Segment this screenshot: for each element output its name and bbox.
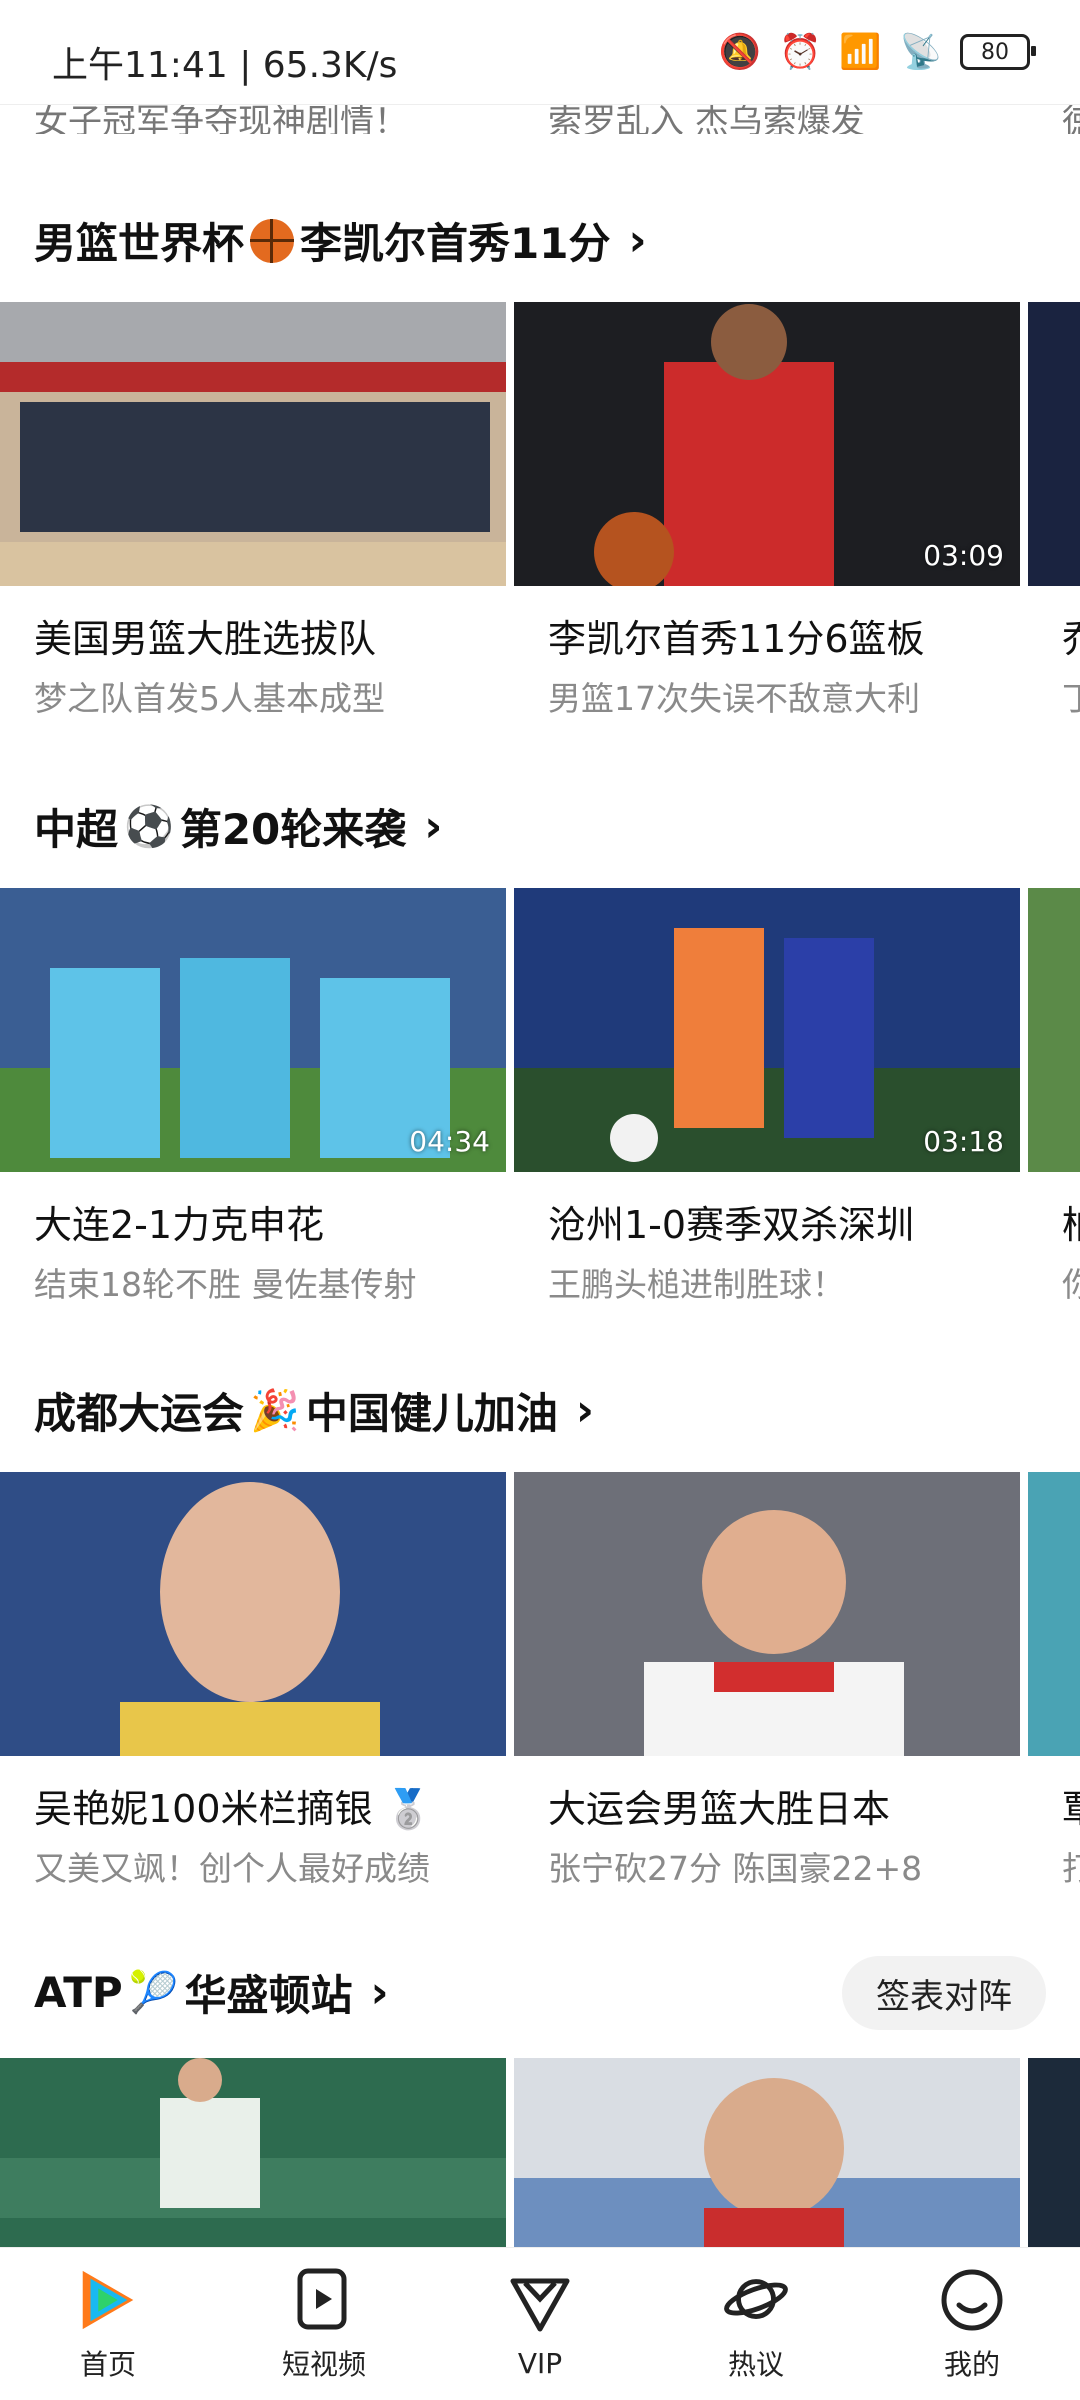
section-title[interactable]: 中超 ⚽ 第20轮来袭 › [34, 796, 442, 857]
video-subtitle: 张宁砍27分 陈国豪22+8 [548, 1849, 923, 1888]
chevron-right-icon: › [370, 1967, 389, 2018]
video-card[interactable]: 03:09 李凯尔首秀11分6篮板 男篮17次失误不敌意大利 [514, 302, 1020, 718]
video-thumbnail: 03:09 [514, 302, 1020, 586]
nav-label: 热议 [727, 2348, 784, 2381]
video-subtitle: 你 [1062, 1265, 1080, 1304]
video-thumbnail: 03:18 [514, 888, 1020, 1172]
video-card[interactable]: 大运会男篮大胜日本 张宁砍27分 陈国豪22+8 [514, 1472, 1020, 1888]
bottom-navigation: 首页 短视频 VIP 热议 我的 [0, 2247, 1080, 2400]
battery-level: 80 [981, 39, 1009, 65]
video-subtitle: 王鹏头槌进制胜球！ [548, 1265, 845, 1304]
video-subtitle: 又美又飒！创个人最好成绩 [34, 1849, 430, 1888]
nav-label: 首页 [79, 2348, 136, 2381]
video-thumbnail [0, 1472, 506, 1756]
video-title: 大运会男篮大胜日本 [548, 1787, 891, 1831]
video-card[interactable]: 美国男篮大胜选拔队 梦之队首发5人基本成型 [0, 302, 506, 718]
silver-medal-icon: 🥈 [384, 1787, 432, 1831]
nav-home[interactable]: 首页 [28, 2265, 188, 2383]
video-subtitle: 丁 [1062, 679, 1080, 718]
nav-profile[interactable]: 我的 [892, 2265, 1052, 2383]
chevron-right-icon: › [575, 1385, 594, 1436]
nav-label: VIP [517, 2346, 563, 2380]
section-title-suffix: 中国健儿加油 [305, 1389, 558, 1438]
chevron-right-icon: › [424, 801, 443, 852]
card-row: 04:34 大连2-1力克申花 结束18轮不胜 曼佐基传射 03:18 沧州1-… [0, 888, 1080, 1318]
section-title-suffix: 第20轮来袭 [179, 805, 407, 854]
alarm-icon: ⏰ [778, 32, 822, 72]
smile-profile-icon [937, 2265, 1007, 2335]
video-thumbnail [1028, 302, 1080, 586]
status-bar: 上午11:41 | 65.3K/s 🔕 ⏰ 📶 📡 80 [0, 0, 1080, 105]
video-title: 美国男篮大胜选拔队 [34, 617, 377, 661]
section-title[interactable]: 男篮世界杯 李凯尔首秀11分 › [34, 210, 647, 271]
video-subtitle: 梦之队首发5人基本成型 [34, 679, 385, 718]
tennis-icon: 🎾 [128, 1970, 179, 2016]
video-duration: 04:34 [409, 1125, 490, 1158]
video-title: 柏 [1062, 1194, 1080, 1249]
home-play-icon [73, 2265, 143, 2335]
nav-label: 短视频 [281, 2348, 366, 2381]
draw-bracket-button[interactable]: 签表对阵 [842, 1956, 1046, 2030]
section-title[interactable]: ATP 🎾 华盛顿站 › [34, 1962, 389, 2023]
video-card[interactable]: 03:18 沧州1-0赛季双杀深圳 王鹏头槌进制胜球！ [514, 888, 1020, 1304]
wifi-icon: 📡 [899, 32, 942, 72]
card-row: 美国男篮大胜选拔队 梦之队首发5人基本成型 03:09 李凯尔首秀11分6篮板 … [0, 302, 1080, 732]
section-title-suffix: 华盛顿站 [184, 1971, 353, 2020]
chevron-right-icon: › [628, 215, 647, 266]
video-title: 李凯尔首秀11分6篮板 [548, 617, 925, 661]
video-card[interactable]: 吴艳妮100米栏摘银 🥈 又美又飒！创个人最好成绩 [0, 1472, 506, 1888]
status-time: 上午11:41 | 65.3K/s [52, 45, 398, 86]
basketball-icon [250, 218, 295, 263]
athlete-portrait-image [514, 1472, 1020, 1756]
nav-short-video[interactable]: 短视频 [244, 2265, 404, 2383]
battery-icon: 80 [960, 34, 1036, 70]
video-title-text: 吴艳妮100米栏摘银 [34, 1787, 373, 1831]
soccer-ball-icon: ⚽ [124, 804, 174, 850]
section-title-text: 中超 [34, 805, 119, 854]
video-duration: 03:18 [923, 1125, 1004, 1158]
video-thumbnail [514, 1472, 1020, 1756]
status-icons: 🔕 ⏰ 📶 📡 80 [718, 32, 1036, 72]
party-popper-icon: 🎉 [250, 1388, 300, 1434]
video-subtitle: 男篮17次失误不敌意大利 [548, 679, 920, 718]
planet-chat-icon [721, 2265, 791, 2335]
video-thumbnail [1028, 888, 1080, 1172]
section-title-text: ATP [34, 1968, 123, 2017]
short-video-icon [289, 2265, 359, 2335]
video-card[interactable]: 04:34 大连2-1力克申花 结束18轮不胜 曼佐基传射 [0, 888, 506, 1304]
video-subtitle: 打 [1062, 1849, 1080, 1888]
nav-label: 我的 [943, 2348, 1000, 2381]
video-thumbnail [1028, 1472, 1080, 1756]
video-title: 乔 [1062, 608, 1080, 663]
section-title-suffix: 李凯尔首秀11分 [300, 219, 611, 268]
video-title: 大连2-1力克申花 [34, 1203, 325, 1247]
section-title-text: 男篮世界杯 [34, 219, 245, 268]
video-duration: 03:09 [923, 539, 1004, 572]
video-title: 覃 [1062, 1778, 1080, 1833]
signal-icon: 📶 [839, 32, 882, 72]
card-row: 吴艳妮100米栏摘银 🥈 又美又飒！创个人最好成绩 大运会男篮大胜日本 张宁砍2… [0, 1472, 1080, 1902]
video-title: 沧州1-0赛季双杀深圳 [548, 1203, 915, 1247]
video-card[interactable]: 乔 丁 [1028, 302, 1080, 718]
mute-bell-icon: 🔕 [718, 32, 761, 72]
video-subtitle: 结束18轮不胜 曼佐基传射 [34, 1265, 417, 1304]
section-title[interactable]: 成都大运会 🎉 中国健儿加油 › [34, 1380, 594, 1441]
video-card[interactable]: 柏 你 [1028, 888, 1080, 1304]
nav-vip[interactable]: VIP [460, 2269, 620, 2380]
video-thumbnail: 04:34 [0, 888, 506, 1172]
section-title-text: 成都大运会 [34, 1389, 245, 1438]
video-title: 吴艳妮100米栏摘银 🥈 [34, 1778, 432, 1833]
video-thumbnail [0, 302, 506, 586]
athlete-portrait-image [0, 1472, 506, 1756]
vip-crown-icon [505, 2269, 575, 2339]
nav-hot-topics[interactable]: 热议 [676, 2265, 836, 2383]
team-photo-image [0, 302, 506, 586]
video-card[interactable]: 覃 打 [1028, 1472, 1080, 1888]
